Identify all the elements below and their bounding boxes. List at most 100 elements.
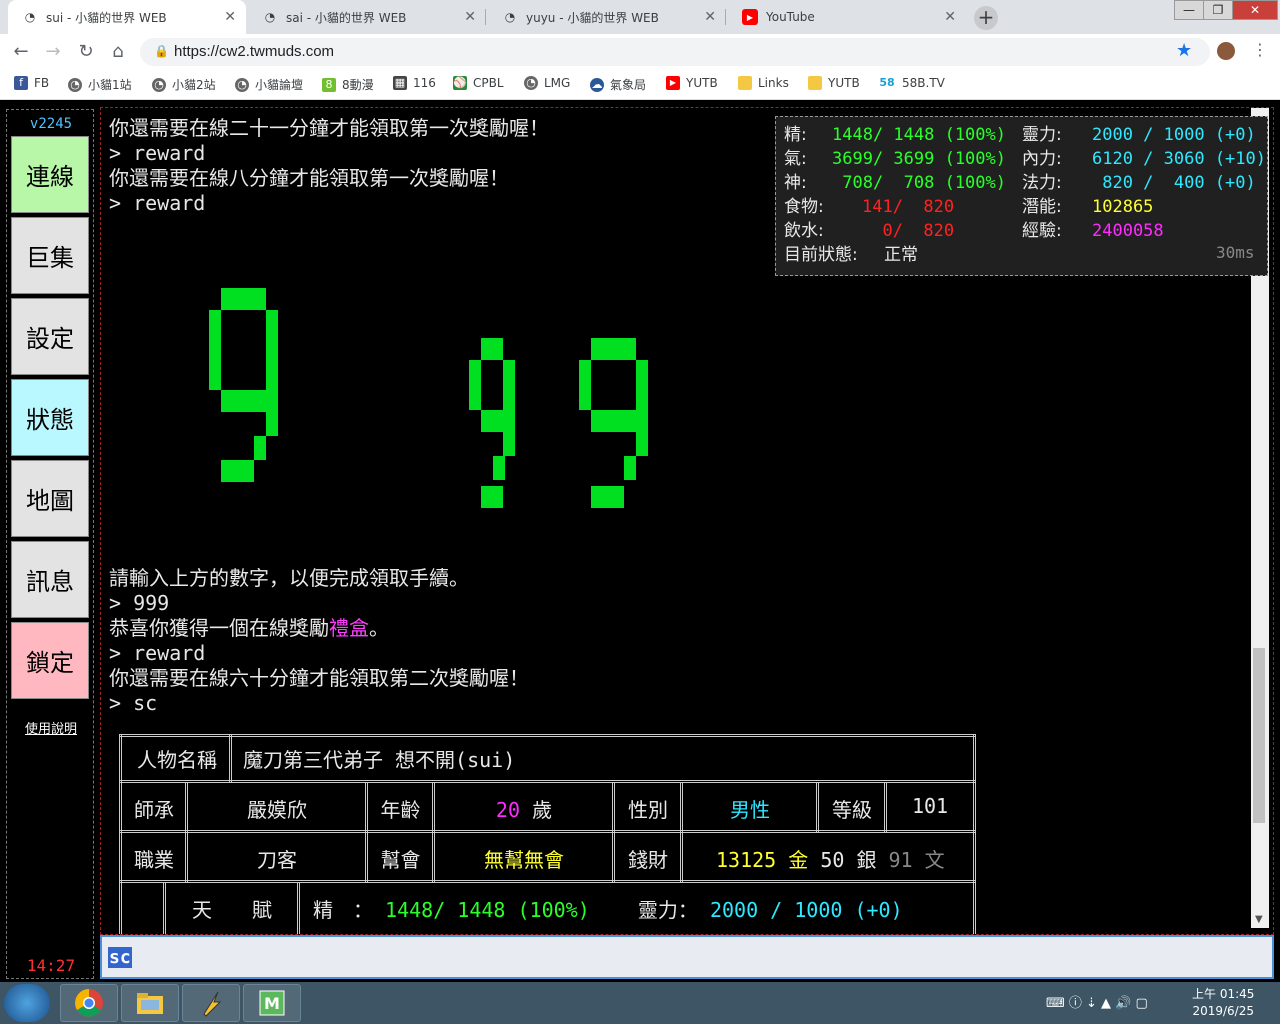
output-line: > reward	[109, 191, 206, 215]
neili-value: 6120 / 3060 (+10)	[1092, 149, 1266, 169]
bookmark-cpbl[interactable]: ⚾ CPBL	[453, 76, 504, 90]
close-icon[interactable]: ✕	[464, 9, 476, 25]
bookmark-forum[interactable]: ◔ 小貓論壇	[235, 76, 303, 93]
folder-icon	[738, 76, 752, 90]
site-icon: ◔	[24, 10, 36, 24]
neili-label: 內力:	[1022, 149, 1062, 169]
bookmark-weather[interactable]: ☁ 氣象局	[590, 76, 646, 93]
tab-yuyu[interactable]: ◔ yuyu - 小貓的世界 WEB ✕	[488, 0, 726, 34]
close-icon[interactable]: ✕	[944, 9, 956, 25]
back-icon[interactable]: ←	[10, 41, 32, 63]
output-line: 你還需要在線二十一分鐘才能領取第一次獎勵喔！	[109, 116, 549, 140]
age-label: 年齡	[380, 798, 421, 822]
tab-sai[interactable]: ◔ sai - 小貓的世界 WEB ✕	[248, 0, 486, 34]
bookmark-star-icon[interactable]: ★	[1176, 40, 1192, 61]
windows-taskbar: M ⌨ ⓘ ⇣ ▲ 🔊 ▢ 上午 01:45 2019/6/25	[0, 982, 1280, 1024]
bookmark-yutb-2[interactable]: YUTB	[808, 76, 860, 90]
help-link[interactable]: 使用說明	[7, 718, 95, 737]
shen-value: 708/ 708 (100%)	[832, 173, 1006, 193]
food-value: 141/ 820	[862, 197, 955, 217]
latency: 30ms	[1216, 243, 1255, 262]
m-app-icon[interactable]: M	[243, 984, 301, 1022]
macro-button[interactable]: 巨集	[11, 217, 89, 294]
bookmark-lmg[interactable]: ◔ LMG	[524, 76, 570, 90]
command-input[interactable]: sc	[100, 935, 1274, 979]
name-label: 人物名稱	[137, 748, 217, 772]
lock-button[interactable]: 鎖定	[11, 622, 89, 699]
forward-icon[interactable]: →	[42, 41, 64, 63]
scrollbar-thumb[interactable]	[1253, 648, 1265, 823]
start-button[interactable]	[4, 984, 50, 1022]
command-input-value[interactable]: sc	[108, 947, 132, 968]
system-tray[interactable]: ⌨ ⓘ ⇣ ▲ 🔊 ▢	[1046, 992, 1148, 1011]
globe-icon: ◔	[68, 77, 82, 92]
bookmark-cat2[interactable]: ◔ 小貓2站	[152, 76, 216, 93]
output-line: 請輸入上方的數字，以便完成領取手續。	[109, 566, 469, 590]
water-label: 飲水:	[784, 221, 824, 241]
tab-title: sai - 小貓的世界 WEB	[286, 10, 407, 25]
tab-bar: ◔ sui - 小貓的世界 WEB ✕ ◔ sai - 小貓的世界 WEB ✕ …	[0, 0, 1280, 34]
tab-sui[interactable]: ◔ sui - 小貓的世界 WEB ✕	[8, 0, 246, 34]
youtube-icon: ▶	[666, 76, 680, 90]
tab-title: sui - 小貓的世界 WEB	[46, 10, 167, 25]
settings-button[interactable]: 設定	[11, 298, 89, 375]
qi-value: 3699/ 3699 (100%)	[832, 149, 1006, 169]
folder-icon	[808, 76, 822, 90]
58-icon: 58	[879, 76, 895, 89]
bookmark-116[interactable]: ▦ 116	[393, 76, 436, 90]
shen-label: 神:	[784, 173, 807, 193]
captcha-digit	[579, 338, 648, 508]
close-icon[interactable]: ✕	[224, 9, 236, 25]
output-line: > reward	[109, 141, 206, 165]
comic-icon: 8	[322, 77, 336, 92]
bookmark-58btv[interactable]: 58 58B.TV	[878, 76, 945, 90]
connect-button[interactable]: 連線	[11, 136, 89, 213]
reload-icon[interactable]: ↻	[75, 41, 97, 63]
minimize-button[interactable]: —	[1174, 0, 1204, 20]
window-close-button[interactable]: ✕	[1232, 0, 1278, 20]
new-tab-button[interactable]: +	[974, 6, 998, 30]
bookmark-cat1[interactable]: ◔ 小貓1站	[68, 76, 132, 93]
gift-box-text: 禮盒	[329, 616, 369, 640]
fali-label: 法力:	[1022, 173, 1062, 193]
fali-value: 820 / 400 (+0)	[1092, 173, 1256, 193]
jing-label: 精:	[784, 125, 807, 145]
lock-icon[interactable]: 🔒	[154, 44, 169, 58]
weather-icon: ☁	[590, 77, 604, 92]
globe-icon: ◔	[235, 77, 249, 92]
qianneng-label: 潛能:	[1022, 197, 1062, 217]
globe-icon: ◔	[152, 77, 166, 92]
scroll-down-icon[interactable]: ▼	[1255, 914, 1263, 925]
bookmark-8comic[interactable]: 8 8動漫	[322, 76, 374, 93]
message-button[interactable]: 訊息	[11, 541, 89, 618]
menu-icon[interactable]: ⋮	[1252, 40, 1268, 59]
taskbar-clock[interactable]: 上午 01:45 2019/6/25	[1192, 986, 1254, 1020]
food-label: 食物:	[784, 197, 824, 217]
lingli-value: 2000 / 1000 (+0)	[1092, 125, 1256, 145]
state-value: 正常	[884, 245, 918, 265]
money-value: 13125 金 50 銀 91 文	[716, 848, 945, 872]
home-icon[interactable]: ⌂	[107, 41, 129, 63]
avatar[interactable]	[1217, 42, 1235, 60]
output-line: > reward	[109, 641, 206, 665]
job-value: 刀客	[257, 848, 297, 872]
maximize-button[interactable]: ❐	[1203, 0, 1233, 20]
app-icon[interactable]	[182, 984, 240, 1022]
bookmark-yutb-1[interactable]: ▶ YUTB	[666, 76, 718, 90]
close-icon[interactable]: ✕	[704, 9, 716, 25]
status-button[interactable]: 狀態	[11, 379, 89, 456]
tab-youtube[interactable]: ▶ YouTube ✕	[728, 0, 966, 34]
map-button[interactable]: 地圖	[11, 460, 89, 537]
folder-icon[interactable]	[121, 984, 179, 1022]
bookmark-fb[interactable]: f FB	[14, 76, 49, 90]
youtube-icon: ▶	[742, 9, 758, 25]
level-value: 101	[911, 794, 949, 818]
sidebar: v2245 連線 巨集 設定 狀態 地圖 訊息 鎖定 使用說明 14:27	[6, 109, 94, 979]
url-text[interactable]: https://cw2.twmuds.com	[174, 43, 334, 60]
chrome-icon[interactable]	[60, 984, 118, 1022]
globe-icon: ◔	[524, 76, 538, 90]
output-line: 你還需要在線八分鐘才能領取第一次獎勵喔！	[109, 166, 509, 190]
exp-value: 2400058	[1092, 221, 1164, 241]
film-icon: ▦	[393, 76, 407, 90]
bookmark-links[interactable]: Links	[738, 76, 789, 90]
